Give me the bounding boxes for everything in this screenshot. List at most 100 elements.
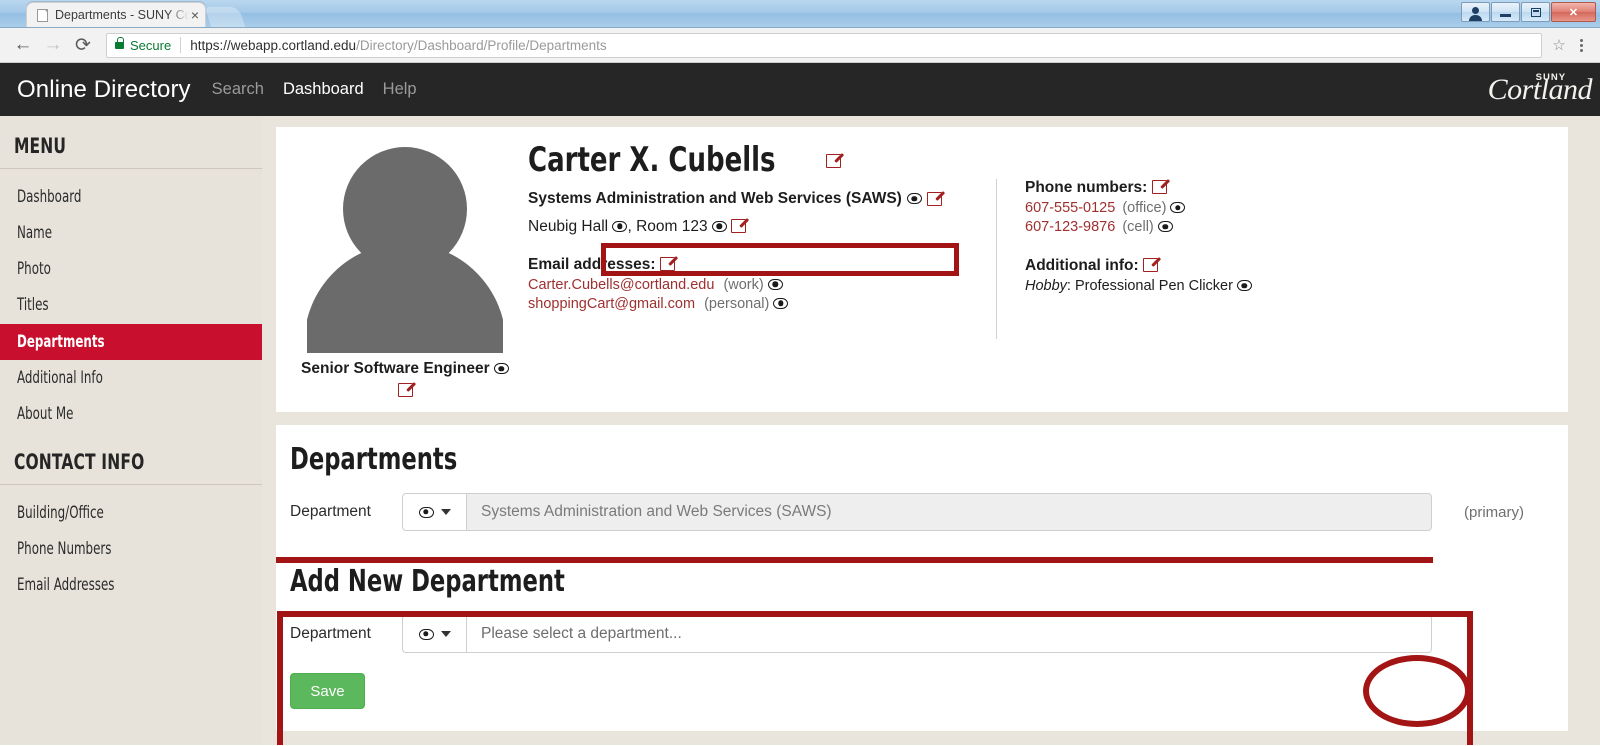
edit-department-pencil-icon[interactable] bbox=[926, 191, 942, 206]
department-row-label: Department bbox=[290, 503, 371, 520]
sidebar-item-label: About Me bbox=[17, 403, 74, 423]
phones-label: Phone numbers: bbox=[1025, 179, 1148, 196]
url-path: /Directory/Dashboard/Profile/Departments bbox=[356, 37, 607, 53]
visibility-eye-icon[interactable] bbox=[493, 363, 509, 374]
add-visibility-dropdown-button[interactable] bbox=[402, 615, 467, 653]
department-input-group: Systems Administration and Web Services … bbox=[402, 493, 1432, 531]
nav-dashboard[interactable]: Dashboard bbox=[283, 80, 364, 99]
add-department-row-label: Department bbox=[290, 625, 371, 642]
phone-visibility-eye-icon[interactable] bbox=[1157, 221, 1173, 232]
browser-titlebar: Departments - SUNY Cor × ✕ bbox=[0, 0, 1600, 28]
location-comma: , bbox=[627, 217, 632, 235]
job-title-row: Senior Software Engineer bbox=[292, 360, 518, 378]
sidebar-item-label: Additional Info bbox=[17, 367, 103, 387]
sidebar-item-about-me[interactable]: About Me bbox=[0, 396, 262, 432]
edit-location-pencil-icon[interactable] bbox=[731, 218, 747, 233]
email-visibility-eye-icon[interactable] bbox=[773, 297, 789, 309]
minimize-button[interactable] bbox=[1491, 2, 1520, 22]
additional-info-sep: : bbox=[1066, 278, 1075, 294]
sidebar-item-phone-numbers[interactable]: Phone Numbers bbox=[0, 531, 262, 567]
chevron-down-icon bbox=[440, 631, 451, 637]
sidebar-item-label: Building/Office bbox=[17, 502, 104, 522]
additional-info-label: Additional info: bbox=[1025, 257, 1139, 274]
main-content: Senior Software Engineer Carter X. Cubel… bbox=[262, 116, 1600, 745]
site-brand: Online Directory bbox=[17, 75, 191, 103]
edit-pencil-icon[interactable] bbox=[397, 383, 413, 397]
sidebar-item-label: Phone Numbers bbox=[17, 539, 112, 559]
edit-phones-pencil-icon[interactable] bbox=[1151, 180, 1167, 194]
reload-button[interactable]: ⟳ bbox=[68, 30, 98, 60]
sidebar-item-dashboard[interactable]: Dashboard bbox=[0, 179, 262, 215]
additional-visibility-eye-icon[interactable] bbox=[1236, 280, 1252, 291]
bookmark-star-icon[interactable]: ☆ bbox=[1548, 36, 1570, 54]
additional-info-value: Professional Pen Clicker bbox=[1074, 278, 1233, 294]
phone-visibility-eye-icon[interactable] bbox=[1170, 202, 1186, 213]
sidebar-item-label: Email Addresses bbox=[17, 575, 115, 595]
add-department-heading-text: Add New Department bbox=[290, 564, 565, 599]
edit-emails-pencil-icon[interactable] bbox=[659, 256, 675, 271]
building-name: Neubig Hall bbox=[528, 217, 609, 235]
phone-kind: (cell) bbox=[1122, 219, 1154, 235]
browser-menu-icon[interactable] bbox=[1570, 38, 1592, 52]
sidebar-item-photo[interactable]: Photo bbox=[0, 251, 262, 287]
department-visibility-eye-icon[interactable] bbox=[906, 193, 922, 205]
email-address[interactable]: shoppingCart@gmail.com bbox=[528, 296, 695, 312]
profile-department: Systems Administration and Web Services … bbox=[528, 189, 902, 207]
minimize-icon bbox=[1500, 13, 1511, 17]
back-button[interactable]: ← bbox=[8, 30, 38, 60]
address-bar[interactable]: Secure https://webapp.cortland.edu/Direc… bbox=[106, 32, 1542, 58]
profile-info-column: Carter X. Cubells Systems Administration… bbox=[518, 135, 1552, 392]
email-visibility-eye-icon[interactable] bbox=[767, 278, 783, 290]
page-body: MENU Dashboard Name Photo Titles Departm… bbox=[0, 116, 1600, 745]
avatar-column: Senior Software Engineer bbox=[292, 135, 518, 397]
user-profile-button[interactable] bbox=[1461, 2, 1490, 22]
departments-heading: Departments bbox=[290, 445, 1546, 475]
browser-window: Departments - SUNY Cor × ✕ ← → ⟳ Secure … bbox=[0, 0, 1600, 746]
department-select[interactable]: Please select a department... bbox=[467, 615, 1432, 653]
room-label: Room bbox=[636, 217, 678, 235]
sidebar-item-label: Titles bbox=[17, 295, 49, 315]
url-text: https://webapp.cortland.edu/Directory/Da… bbox=[190, 38, 606, 53]
sidebar-item-label: Dashboard bbox=[17, 187, 82, 206]
sidebar-item-label: Photo bbox=[17, 259, 51, 279]
sidebar-item-building-office[interactable]: Building/Office bbox=[0, 495, 262, 531]
job-title-edit-row bbox=[292, 382, 518, 400]
save-button[interactable]: Save bbox=[290, 673, 365, 709]
department-row: Department Systems Administration and We… bbox=[290, 493, 1546, 531]
add-department-row: Department Please select a department... bbox=[290, 615, 1546, 653]
sidebar-item-name[interactable]: Name bbox=[0, 215, 262, 251]
sidebar-menu-heading: MENU bbox=[13, 134, 67, 158]
tab-close-icon[interactable]: × bbox=[191, 8, 199, 22]
email-address[interactable]: Carter.Cubells@cortland.edu bbox=[528, 277, 714, 293]
nav-search[interactable]: Search bbox=[212, 80, 264, 99]
sidebar-divider bbox=[0, 168, 262, 169]
phone-row: 607-555-0125 (office) bbox=[1025, 200, 1346, 216]
room-visibility-eye-icon[interactable] bbox=[711, 220, 727, 232]
add-department-card: Add New Department Department Please sel… bbox=[276, 549, 1568, 731]
sidebar-item-email-addresses[interactable]: Email Addresses bbox=[0, 567, 262, 603]
sidebar-item-departments[interactable]: Departments bbox=[0, 323, 262, 360]
browser-tab[interactable]: Departments - SUNY Cor × bbox=[26, 2, 206, 27]
new-tab-button[interactable] bbox=[204, 7, 246, 27]
restore-button[interactable] bbox=[1521, 2, 1550, 22]
sidebar-item-titles[interactable]: Titles bbox=[0, 287, 262, 323]
edit-name-pencil-icon[interactable] bbox=[826, 153, 842, 168]
profile-card: Senior Software Engineer Carter X. Cubel… bbox=[276, 127, 1568, 412]
phone-number: 607-123-9876 bbox=[1025, 219, 1116, 235]
email-kind: (work) bbox=[723, 276, 764, 293]
building-visibility-eye-icon[interactable] bbox=[612, 220, 628, 232]
phone-number: 607-555-0125 bbox=[1025, 200, 1116, 216]
cortland-logo: SUNY Cortland bbox=[1488, 71, 1593, 105]
close-window-button[interactable]: ✕ bbox=[1551, 2, 1596, 22]
browser-toolbar: ← → ⟳ Secure https://webapp.cortland.edu… bbox=[0, 28, 1600, 63]
tab-title: Departments - SUNY Cor bbox=[55, 8, 189, 22]
department-visibility-dropdown-button[interactable] bbox=[402, 493, 467, 531]
phones-label-row: Phone numbers: bbox=[1025, 179, 1346, 197]
nav-help[interactable]: Help bbox=[383, 80, 417, 99]
room-number: 123 bbox=[681, 217, 708, 235]
sidebar-item-additional-info[interactable]: Additional Info bbox=[0, 360, 262, 396]
avatar-shoulders bbox=[307, 243, 503, 353]
suny-text: SUNY bbox=[1535, 71, 1567, 83]
site-header: Online Directory Search Dashboard Help S… bbox=[0, 63, 1600, 116]
edit-additional-pencil-icon[interactable] bbox=[1142, 258, 1158, 272]
